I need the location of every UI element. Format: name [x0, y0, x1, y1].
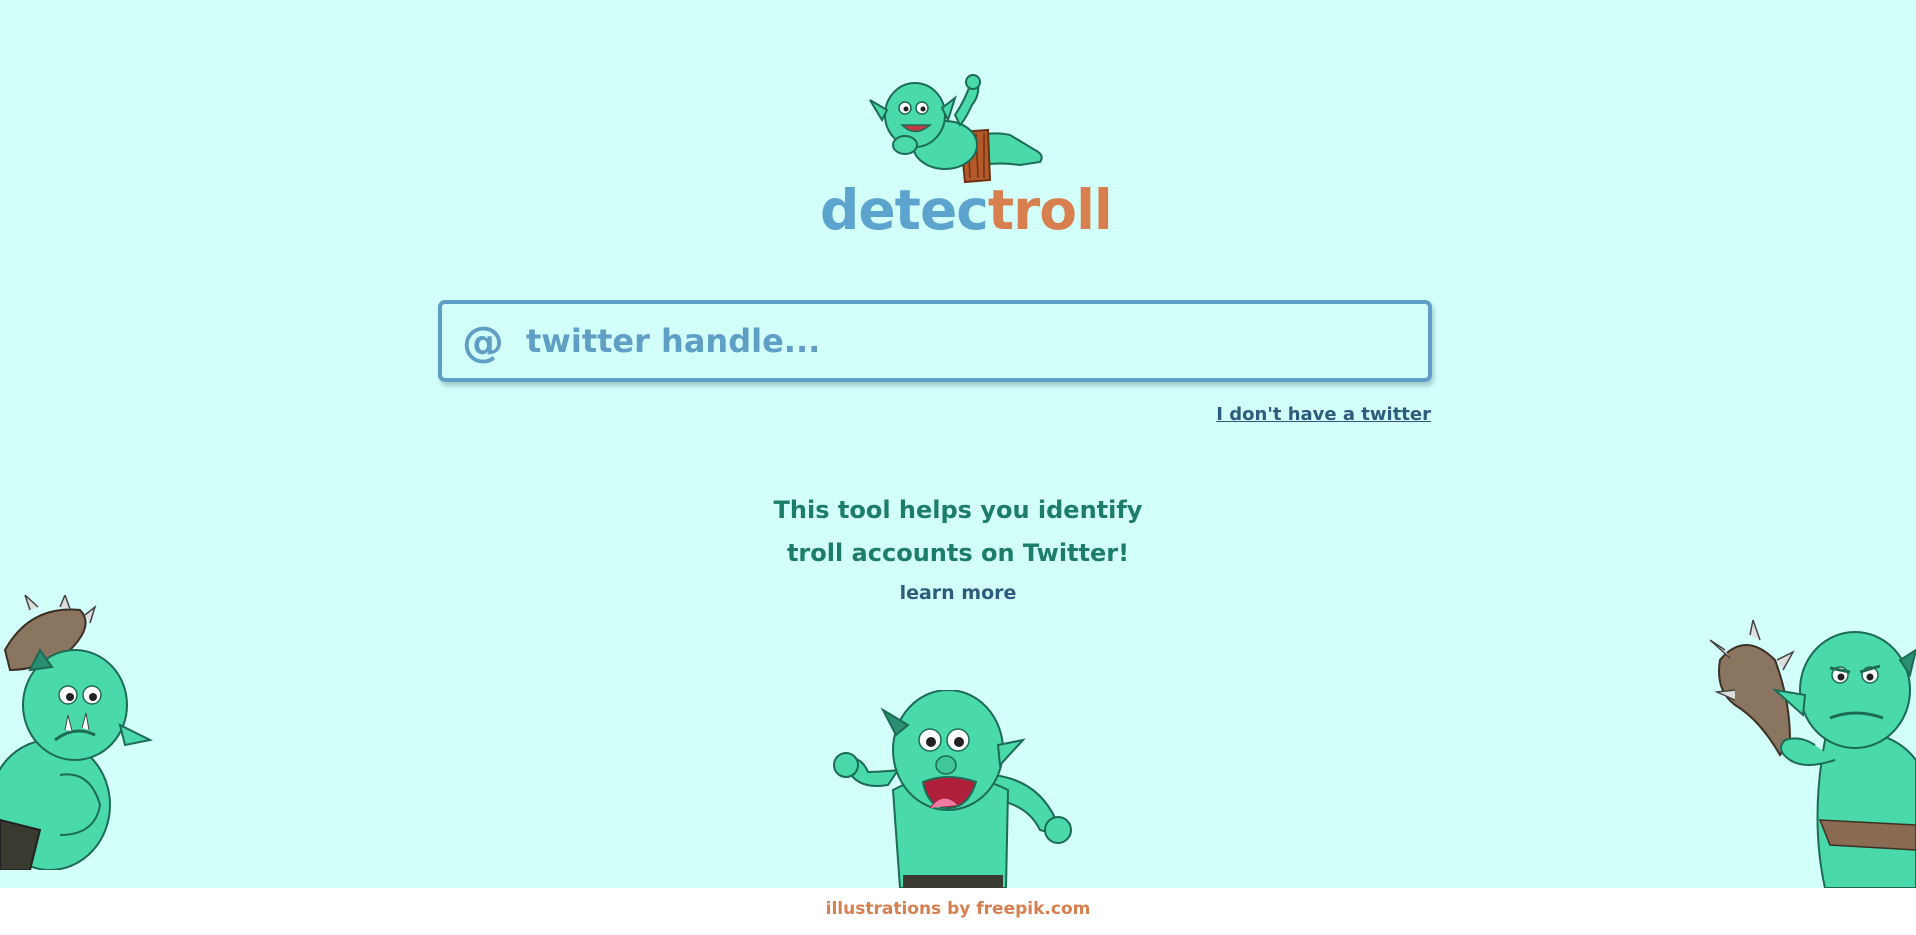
at-sign-icon: @	[462, 316, 504, 366]
intro-text-line-2: troll accounts on Twitter!	[786, 539, 1130, 567]
troll-with-club-icon	[0, 595, 154, 870]
twitter-handle-input[interactable]	[526, 322, 1406, 360]
no-twitter-link[interactable]: I don't have a twitter	[1216, 404, 1431, 425]
twitter-handle-search-box[interactable]: @	[438, 300, 1432, 382]
logo-text-troll: troll	[987, 178, 1113, 242]
screaming-troll-icon	[833, 690, 1072, 888]
troll-with-club-icon	[1709, 620, 1916, 888]
footer-credit[interactable]: illustrations by freepik.com	[826, 899, 1091, 919]
learn-more-link[interactable]: learn more	[0, 582, 1916, 604]
intro-text-line-1: This tool helps you identify	[773, 496, 1143, 524]
app-logo[interactable]: detectroll	[820, 183, 1113, 238]
reclining-troll-icon	[869, 74, 1043, 184]
footer: illustrations by freepik.com	[0, 888, 1916, 935]
main-area: detectroll @ I don't have a twitter This…	[0, 0, 1916, 888]
logo-text-detec: detec	[820, 178, 989, 242]
